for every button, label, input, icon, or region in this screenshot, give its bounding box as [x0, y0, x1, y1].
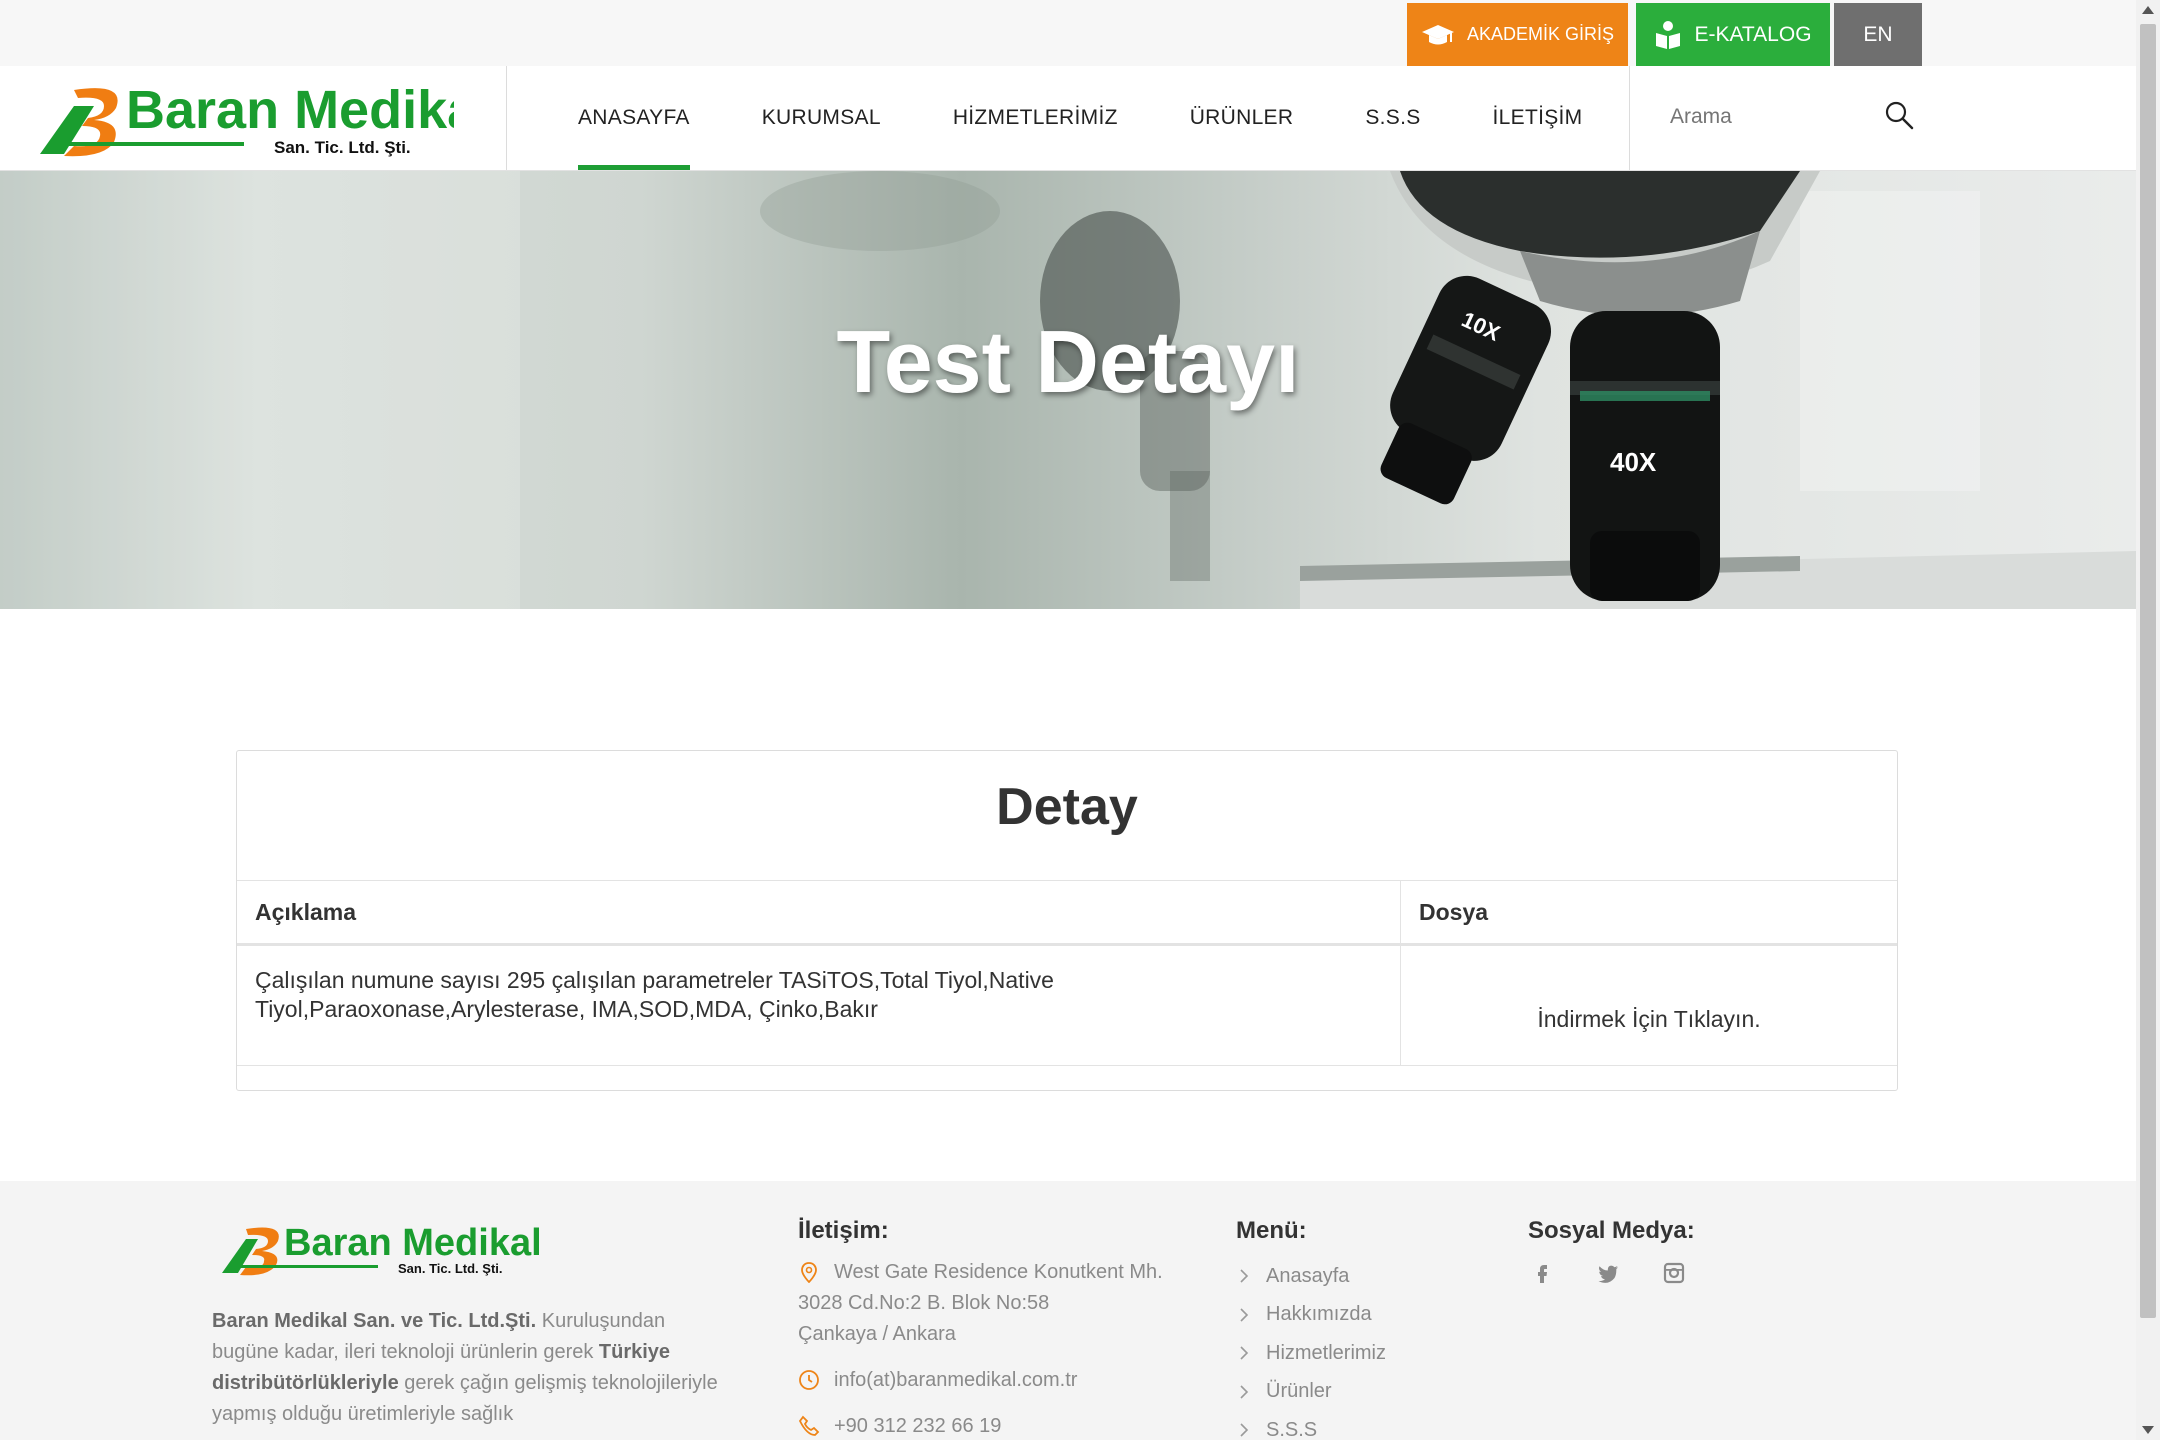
nav-item-urunler[interactable]: ÜRÜNLER: [1190, 66, 1294, 170]
chevron-right-icon: [1240, 1269, 1249, 1283]
footer-menu-item-hizmetlerimiz[interactable]: Hizmetlerimiz: [1238, 1334, 1386, 1373]
main-nav: ANASAYFA KURUMSAL HİZMETLERİMİZ ÜRÜNLER …: [578, 66, 1654, 170]
scroll-up-arrow-icon[interactable]: [2142, 6, 2154, 14]
column-header-file: Dosya: [1419, 899, 1489, 925]
nav-item-anasayfa[interactable]: ANASAYFA: [578, 66, 690, 170]
main-header: Baran Medikal San. Tic. Ltd. Şti. ANASAY…: [0, 66, 2136, 171]
footer-logo-subtext: San. Tic. Ltd. Şti.: [398, 1261, 503, 1276]
phone-icon: [798, 1415, 820, 1436]
search-input[interactable]: [1668, 96, 1862, 138]
footer-about-text: Baran Medikal San. ve Tic. Ltd.Şti. Kuru…: [212, 1310, 718, 1425]
footer-menu-item-urunler[interactable]: Ürünler: [1238, 1373, 1386, 1412]
instagram-icon[interactable]: [1662, 1261, 1686, 1285]
column-header-description: Açıklama: [255, 899, 357, 925]
footer: Baran Medikal San. Tic. Ltd. Şti. Baran …: [0, 1181, 2136, 1442]
description-cell: Çalışılan numune sayısı 295 çalışılan pa…: [255, 967, 1054, 1022]
baran-medikal-logo[interactable]: Baran Medikal San. Tic. Ltd. Şti.: [34, 76, 454, 162]
chevron-right-icon: [1240, 1308, 1249, 1322]
top-utility-bar: AKADEMİK GİRİŞ E-KATALOG EN: [0, 0, 2136, 66]
scroll-down-arrow-icon[interactable]: [2142, 1426, 2154, 1434]
footer-menu-item-sss[interactable]: S.S.S: [1238, 1411, 1386, 1450]
search-icon[interactable]: [1884, 100, 1914, 130]
header-divider: [1629, 66, 1630, 170]
menu-heading: Menü:: [1236, 1217, 1307, 1244]
nav-item-hizmetlerimiz[interactable]: HİZMETLERİMİZ: [953, 66, 1118, 170]
graduation-cap-icon: [1421, 24, 1454, 44]
header-divider: [506, 66, 507, 170]
address: West Gate Residence Konutkent Mh.: [798, 1257, 1198, 1288]
nav-item-iletisim[interactable]: İLETİŞİM: [1493, 66, 1583, 170]
footer-menu: Anasayfa Hakkımızda Hizmetlerimiz Ürünle…: [1238, 1257, 1386, 1450]
scrollbar-thumb[interactable]: [2140, 24, 2156, 1318]
twitter-icon[interactable]: [1596, 1261, 1620, 1285]
chevron-right-icon: [1240, 1346, 1249, 1360]
footer-menu-item-hakkimizda[interactable]: Hakkımızda: [1238, 1296, 1386, 1335]
contact-heading: İletişim:: [798, 1217, 889, 1244]
download-link[interactable]: İndirmek İçin Tıklayın.: [1401, 946, 1897, 1065]
page-scrollbar[interactable]: [2136, 0, 2160, 1440]
e-catalog-button[interactable]: E-KATALOG: [1636, 3, 1830, 66]
akademik-login-label: AKADEMİK GİRİŞ: [1466, 24, 1615, 44]
social-links: [1530, 1261, 1728, 1285]
page-title: Test Detayı: [836, 312, 1300, 411]
nav-item-kurumsal[interactable]: KURUMSAL: [762, 66, 881, 170]
language-switch-button[interactable]: EN: [1834, 3, 1922, 66]
contact-info: West Gate Residence Konutkent Mh. 3028 C…: [798, 1257, 1198, 1442]
akademik-login-button[interactable]: AKADEMİK GİRİŞ: [1407, 3, 1628, 66]
footer-logo[interactable]: Baran Medikal San. Tic. Ltd. Şti.: [218, 1221, 548, 1279]
address-line-3: Çankaya / Ankara: [798, 1323, 956, 1345]
location-pin-icon: [801, 1262, 817, 1283]
e-catalog-label: E-KATALOG: [1694, 22, 1812, 46]
footer-menu-item-anasayfa[interactable]: Anasayfa: [1238, 1257, 1386, 1296]
objective-40x-label: 40X: [1610, 447, 1657, 477]
detail-card: Detay Açıklama Dosya Çalışılan numune sa…: [236, 750, 1898, 1091]
logo-subtext: San. Tic. Ltd. Şti.: [274, 138, 411, 157]
chevron-right-icon: [1240, 1385, 1249, 1399]
logo-text: Baran Medikal: [126, 80, 454, 140]
footer-logo-text: Baran Medikal: [284, 1222, 542, 1264]
nav-item-sss[interactable]: S.S.S: [1365, 66, 1420, 170]
table-header-row: Açıklama Dosya: [237, 880, 1897, 946]
email-line[interactable]: info(at)baranmedikal.com.tr: [798, 1365, 1198, 1396]
hero-banner: 10X 40X Test Detayı: [0, 171, 2136, 609]
table-row: Çalışılan numune sayısı 295 çalışılan pa…: [237, 946, 1897, 1066]
chevron-right-icon: [1240, 1423, 1249, 1437]
detail-title: Detay: [996, 778, 1138, 836]
clock-icon: [799, 1370, 819, 1390]
language-label: EN: [1863, 22, 1893, 46]
address-line-2: 3028 Cd.No:2 B. Blok No:58: [798, 1292, 1050, 1314]
facebook-icon[interactable]: [1530, 1261, 1554, 1285]
book-reader-icon: [1656, 20, 1681, 49]
social-heading: Sosyal Medya:: [1528, 1217, 1695, 1244]
phone-line[interactable]: +90 312 232 66 19: [798, 1411, 1198, 1442]
